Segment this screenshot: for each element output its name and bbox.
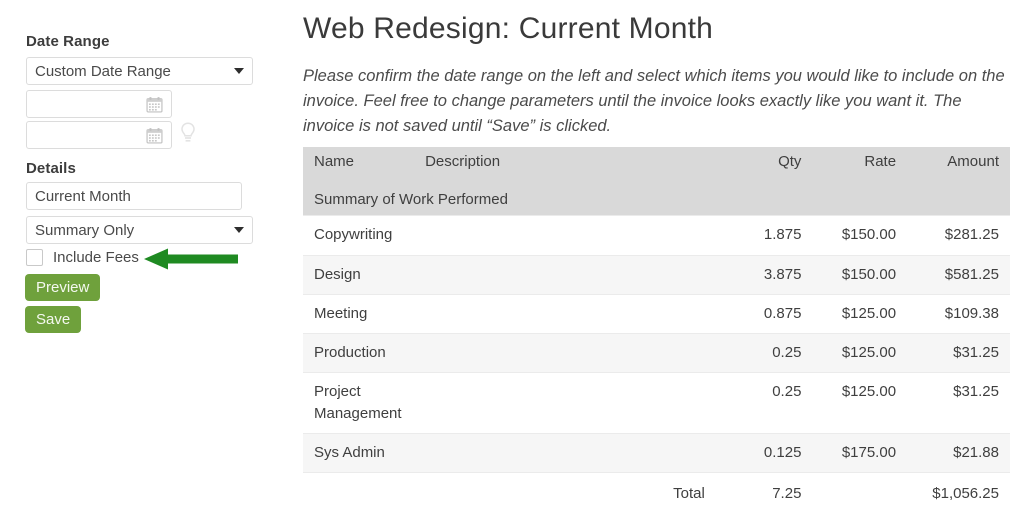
total-amount: $1,056.25 bbox=[898, 472, 1010, 506]
date-range-select-value: Custom Date Range bbox=[35, 62, 171, 80]
row-description bbox=[425, 433, 705, 474]
total-label: Total bbox=[425, 472, 705, 506]
table-row[interactable]: Meeting 0.875 $125.00 $109.38 bbox=[303, 294, 1010, 335]
row-rate: $125.00 bbox=[801, 333, 899, 374]
settings-sidebar: Date Range Custom Date Range Details Cur… bbox=[0, 0, 295, 506]
date-end-input[interactable] bbox=[26, 121, 172, 149]
calendar-icon[interactable] bbox=[146, 127, 163, 144]
row-qty: 0.125 bbox=[704, 433, 802, 474]
table-row[interactable]: Design 3.875 $150.00 $581.25 bbox=[303, 255, 1010, 295]
row-amount: $21.88 bbox=[898, 433, 1010, 474]
row-description bbox=[425, 215, 705, 256]
row-name: Project Management bbox=[303, 372, 426, 435]
total-rate bbox=[801, 472, 899, 506]
column-header-rate[interactable]: Rate bbox=[801, 147, 899, 180]
row-name: Production bbox=[303, 333, 426, 374]
intro-text: Please confirm the date range on the lef… bbox=[303, 67, 1005, 136]
details-name-value: Current Month bbox=[35, 187, 131, 205]
total-row: Total 7.25 $1,056.25 bbox=[303, 472, 1010, 506]
column-header-amount[interactable]: Amount bbox=[898, 147, 1010, 180]
column-header-description[interactable]: Description bbox=[425, 147, 705, 180]
row-rate: $125.00 bbox=[801, 294, 899, 335]
table-row[interactable]: Project Management 0.25 $125.00 $31.25 bbox=[303, 372, 1010, 435]
row-name: Design bbox=[303, 255, 426, 295]
include-fees-label: Include Fees bbox=[53, 249, 139, 266]
row-qty: 1.875 bbox=[704, 215, 802, 256]
calendar-icon[interactable] bbox=[146, 96, 163, 113]
table-row[interactable]: Sys Admin 0.125 $175.00 $21.88 bbox=[303, 433, 1010, 474]
row-rate: $150.00 bbox=[801, 255, 899, 295]
date-start-input[interactable] bbox=[26, 90, 172, 118]
table-caption-section: Summary of Work Performed bbox=[303, 180, 1010, 217]
table-row[interactable]: Copywriting 1.875 $150.00 $281.25 bbox=[303, 215, 1010, 256]
details-name-input[interactable]: Current Month bbox=[26, 182, 242, 210]
main-content: Web Redesign: Current Month Please confi… bbox=[303, 0, 1024, 506]
date-range-select[interactable]: Custom Date Range bbox=[26, 57, 253, 85]
work-summary-table: Summary of Work Performed Name Descripti… bbox=[303, 147, 1010, 506]
row-qty: 0.875 bbox=[704, 294, 802, 335]
annotation-arrow-icon bbox=[144, 248, 238, 270]
row-rate: $150.00 bbox=[801, 215, 899, 256]
row-amount: $109.38 bbox=[898, 294, 1010, 335]
chevron-down-icon bbox=[234, 68, 244, 74]
table-row[interactable]: Production 0.25 $125.00 $31.25 bbox=[303, 333, 1010, 374]
table-caption-row: Summary of Work Performed bbox=[303, 180, 1010, 217]
row-rate: $175.00 bbox=[801, 433, 899, 474]
include-fees-row[interactable]: Include Fees bbox=[26, 249, 139, 266]
preview-button[interactable]: Preview bbox=[25, 274, 101, 301]
row-name: Meeting bbox=[303, 294, 426, 335]
row-name: Copywriting bbox=[303, 215, 426, 256]
table-caption: Summary of Work Performed bbox=[303, 180, 1010, 217]
table-header-row: Name Description Qty Rate Amount bbox=[303, 147, 1010, 180]
row-description bbox=[425, 294, 705, 335]
details-type-value: Summary Only bbox=[35, 221, 135, 239]
total-qty: 7.25 bbox=[704, 472, 802, 506]
lightbulb-icon[interactable] bbox=[178, 121, 198, 147]
column-header-qty[interactable]: Qty bbox=[704, 147, 802, 180]
column-header-name[interactable]: Name bbox=[303, 147, 426, 180]
row-amount: $281.25 bbox=[898, 215, 1010, 256]
date-range-section-label: Date Range bbox=[26, 33, 110, 50]
row-description bbox=[425, 255, 705, 295]
include-fees-checkbox[interactable] bbox=[26, 249, 43, 266]
row-amount: $581.25 bbox=[898, 255, 1010, 295]
row-qty: 0.25 bbox=[704, 333, 802, 374]
details-section-label: Details bbox=[26, 160, 76, 177]
page-title: Web Redesign: Current Month bbox=[303, 12, 714, 45]
details-type-select[interactable]: Summary Only bbox=[26, 216, 253, 244]
row-qty: 0.25 bbox=[704, 372, 802, 435]
table-body: Copywriting 1.875 $150.00 $281.25 Design 3.87… bbox=[303, 215, 1010, 474]
row-description bbox=[425, 372, 705, 435]
row-description bbox=[425, 333, 705, 374]
chevron-down-icon bbox=[234, 227, 244, 233]
invoice-builder-page: Date Range Custom Date Range Details Cur… bbox=[0, 0, 1024, 506]
row-rate: $125.00 bbox=[801, 372, 899, 435]
save-button[interactable]: Save bbox=[25, 306, 82, 333]
table-foot: Total 7.25 $1,056.25 bbox=[303, 472, 1010, 506]
table-head: Name Description Qty Rate Amount bbox=[303, 147, 1010, 180]
row-name: Sys Admin bbox=[303, 433, 426, 474]
row-amount: $31.25 bbox=[898, 372, 1010, 435]
row-qty: 3.875 bbox=[704, 255, 802, 295]
row-amount: $31.25 bbox=[898, 333, 1010, 374]
